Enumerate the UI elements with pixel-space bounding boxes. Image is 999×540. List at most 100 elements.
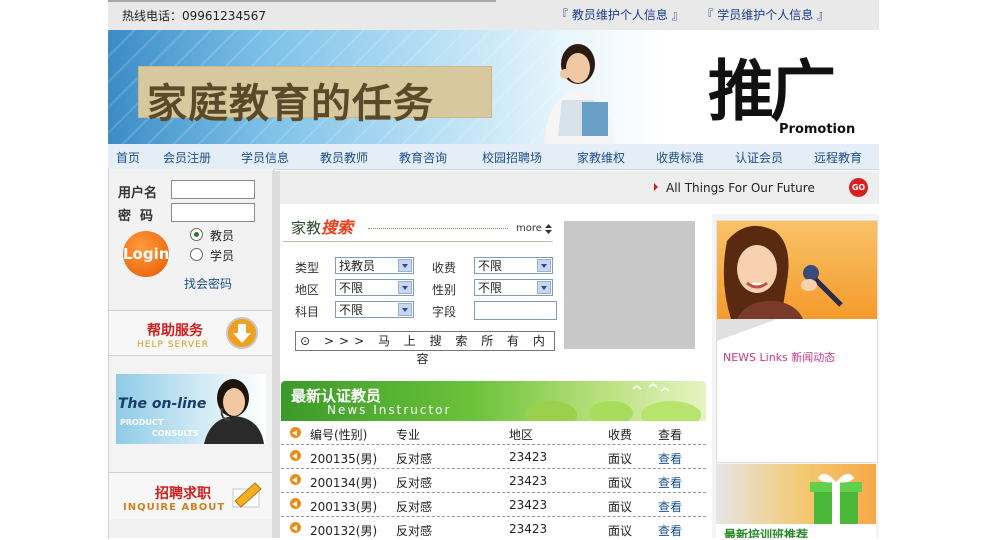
top-bar-divider bbox=[108, 0, 496, 2]
gender-select[interactable]: 不限 bbox=[474, 279, 553, 296]
nav-remote-education[interactable]: 远程教育 bbox=[814, 149, 862, 166]
table-row: 200132(男) 反对感 23423 面议 查看 bbox=[281, 517, 706, 540]
subject-select-value: 不限 bbox=[339, 303, 364, 317]
header-banner: 家庭教育的任务 推广 Promotion bbox=[108, 30, 879, 144]
gift-box-icon bbox=[810, 473, 862, 524]
subject-select[interactable]: 不限 bbox=[335, 301, 414, 318]
row-fee: 面议 bbox=[608, 500, 633, 514]
row-fee: 面议 bbox=[608, 476, 633, 490]
role-teacher-radio[interactable] bbox=[190, 228, 203, 241]
right-sidebar: NEWS Links 新闻动态 最新培训班推荐 bbox=[712, 214, 879, 538]
main-nav: 首页 会员注册 学员信息 教员教师 教育咨询 校园招聘场 家教维权 收费标准 认… bbox=[108, 144, 879, 170]
search-submit-button[interactable]: ⊙ >>> 马 上 搜 索 所 有 内 容 bbox=[295, 331, 555, 366]
nav-consulting[interactable]: 教育咨询 bbox=[399, 149, 447, 166]
singing-girl-image bbox=[723, 225, 843, 319]
username-input[interactable] bbox=[171, 180, 255, 199]
row-id: 200135(男) bbox=[310, 452, 378, 466]
banner-title: 家庭教育的任务 bbox=[147, 81, 434, 127]
nav-campus-recruit[interactable]: 校园招聘场 bbox=[482, 149, 542, 166]
hotline-text: 热线电话：09961234567 bbox=[122, 9, 266, 23]
row-view-link[interactable]: 查看 bbox=[658, 474, 682, 491]
training-label[interactable]: 最新培训班推荐 bbox=[724, 526, 808, 538]
header-fee: 收费 bbox=[608, 428, 633, 442]
row-view-link[interactable]: 查看 bbox=[658, 498, 682, 515]
news-links-label[interactable]: NEWS Links 新闻动态 bbox=[723, 349, 835, 365]
nav-home[interactable]: 首页 bbox=[116, 149, 140, 166]
area-select[interactable]: 不限 bbox=[335, 279, 414, 296]
fee-select-value: 不限 bbox=[478, 259, 503, 273]
news-panel: NEWS Links 新闻动态 bbox=[716, 220, 878, 463]
arrow-bullet-icon bbox=[290, 450, 301, 461]
pencil-icon bbox=[232, 482, 262, 508]
nav-student-info[interactable]: 学员信息 bbox=[241, 149, 289, 166]
fee-select[interactable]: 不限 bbox=[474, 257, 553, 274]
search-underline bbox=[283, 241, 553, 242]
news-panel-divider bbox=[717, 319, 877, 341]
student-profile-link[interactable]: 『 学员维护个人信息 』 bbox=[701, 8, 829, 22]
table-row: 200134(男) 反对感 23423 面议 查看 bbox=[281, 469, 706, 493]
top-links: 『 教员维护个人信息 』 『 学员维护个人信息 』 bbox=[556, 6, 843, 23]
help-service-box[interactable]: 帮助服务 HELP SERVER bbox=[109, 310, 273, 355]
search-header: 家教搜索 bbox=[291, 214, 353, 238]
top-bar: 热线电话：09961234567 『 教员维护个人信息 』 『 学员维护个人信息… bbox=[108, 0, 879, 30]
gender-label: 性别 bbox=[432, 283, 457, 297]
dropdown-arrow-icon bbox=[537, 281, 551, 294]
online-product-text: PRODUCT bbox=[120, 418, 164, 427]
row-fee: 面议 bbox=[608, 524, 633, 538]
recruit-box[interactable]: 招聘求职 INQUIRE ABOUT bbox=[109, 472, 273, 519]
sort-arrows-icon bbox=[545, 224, 552, 234]
teacher-table-header: 编号(性别) 专业 地区 收费 查看 bbox=[281, 421, 706, 445]
header-area: 地区 bbox=[509, 428, 534, 442]
news-banner-image bbox=[717, 221, 877, 319]
row-view-link[interactable]: 查看 bbox=[658, 450, 682, 467]
trees-decoration bbox=[525, 383, 701, 421]
new-teachers-subtitle: News Instructor bbox=[327, 403, 452, 417]
recruit-title: 招聘求职 bbox=[155, 486, 211, 502]
nav-register[interactable]: 会员注册 bbox=[163, 149, 211, 166]
table-row: 200133(男) 反对感 23423 面议 查看 bbox=[281, 493, 706, 517]
table-row: 200135(男) 反对感 23423 面议 查看 bbox=[281, 445, 706, 469]
nav-teachers[interactable]: 教员教师 bbox=[320, 149, 368, 166]
nav-fees[interactable]: 收费标准 bbox=[656, 149, 704, 166]
triangle-bullet-icon bbox=[654, 183, 658, 191]
row-area: 23423 bbox=[509, 498, 548, 512]
arrow-bullet-icon bbox=[290, 427, 301, 438]
online-consult-box[interactable]: The on-line PRODUCT CONSULTS bbox=[109, 355, 273, 472]
row-area: 23423 bbox=[509, 522, 548, 536]
password-input[interactable] bbox=[171, 203, 255, 222]
more-link[interactable]: more bbox=[516, 223, 542, 234]
nav-certified[interactable]: 认证会员 bbox=[735, 149, 783, 166]
tagline-text: All Things For Our Future bbox=[666, 181, 815, 195]
forgot-password-link[interactable]: 找会密码 bbox=[184, 275, 232, 292]
role-student-radio[interactable] bbox=[190, 248, 203, 261]
go-button[interactable]: GO bbox=[849, 178, 868, 197]
arrow-bullet-icon bbox=[290, 522, 301, 533]
type-select[interactable]: 找教员 bbox=[335, 257, 414, 274]
area-label: 地区 bbox=[295, 283, 320, 297]
header-view: 查看 bbox=[658, 428, 683, 442]
column-divider bbox=[272, 171, 280, 538]
search-title-b: 搜索 bbox=[321, 218, 354, 237]
teacher-profile-link[interactable]: 『 教员维护个人信息 』 bbox=[556, 8, 684, 22]
field-input[interactable] bbox=[474, 301, 557, 320]
gender-select-value: 不限 bbox=[478, 281, 503, 295]
banner-promotion-text: Promotion bbox=[779, 122, 856, 137]
row-id: 200133(男) bbox=[310, 500, 378, 514]
row-area: 23423 bbox=[509, 474, 548, 488]
login-button[interactable]: Login bbox=[123, 231, 169, 277]
arrow-bullet-icon bbox=[290, 474, 301, 485]
header-major: 专业 bbox=[396, 428, 421, 442]
fee-label: 收费 bbox=[432, 261, 457, 275]
arrow-bullet-icon bbox=[290, 498, 301, 509]
online-title: The on-line bbox=[118, 396, 207, 412]
type-select-value: 找教员 bbox=[339, 259, 376, 273]
online-consults-text: CONSULTS bbox=[152, 429, 199, 438]
help-service-subtitle: HELP SERVER bbox=[137, 340, 210, 350]
download-arrow-icon bbox=[226, 317, 258, 349]
banner-calligraphy: 推广 bbox=[708, 52, 836, 130]
nav-rights[interactable]: 家教维权 bbox=[577, 149, 625, 166]
row-view-link[interactable]: 查看 bbox=[658, 522, 682, 539]
row-area: 23423 bbox=[509, 450, 548, 464]
left-sidebar: 用户名 密 码 Login 教员 学员 找会密码 帮助服务 HELP SERVE… bbox=[108, 169, 274, 538]
role-student-label: 学员 bbox=[210, 249, 235, 263]
